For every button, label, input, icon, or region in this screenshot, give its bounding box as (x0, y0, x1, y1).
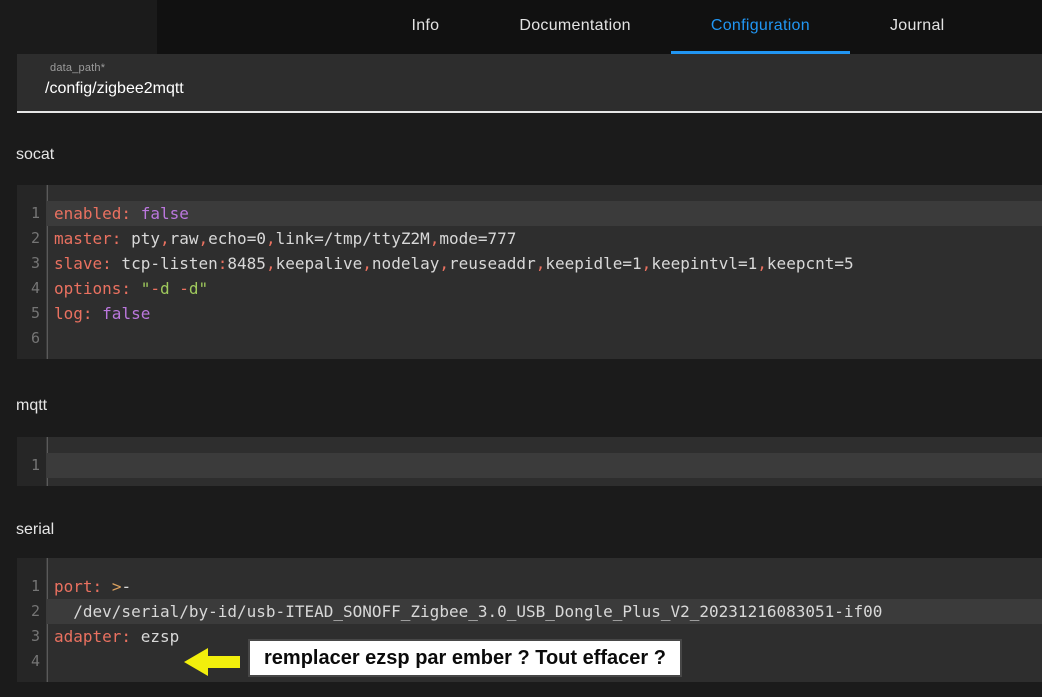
line-number: 4 (30, 279, 40, 297)
line-number: 6 (30, 329, 40, 347)
code-text: slave: tcp-listen:8485,keepalive,nodelay… (54, 254, 854, 273)
code-line: 3 slave: tcp-listen:8485,keepalive,nodela… (17, 251, 1042, 276)
tab-configuration[interactable]: Configuration (670, 0, 850, 54)
tab-info[interactable]: Info (371, 0, 479, 54)
code-line: 1 enabled: false (17, 201, 1042, 226)
code-text: enabled: false (47, 201, 1042, 226)
serial-code-editor[interactable]: remplacer ezsp par ember ? Tout effacer … (17, 558, 1042, 682)
addon-tab-bar: Info Documentation Configuration Journal (157, 0, 1042, 54)
code-text (47, 453, 1042, 478)
tab-documentation[interactable]: Documentation (479, 0, 671, 54)
code-line: 4 options: "-d -d" (17, 276, 1042, 301)
annotation-box: remplacer ezsp par ember ? Tout effacer … (248, 639, 682, 677)
socat-code-editor[interactable]: 1 enabled: false 2 master: pty,raw,echo=0,l… (17, 185, 1042, 359)
section-title-serial: serial (16, 521, 55, 538)
data-path-field[interactable]: data_path* /config/zigbee2mqtt (17, 54, 1042, 113)
data-path-label: data_path* (50, 62, 106, 74)
line-number: 1 (30, 577, 40, 595)
line-number: 1 (30, 456, 40, 474)
code-line: 5 log: false (17, 301, 1042, 326)
line-number: 1 (30, 204, 40, 222)
code-line: 1 (17, 453, 1042, 478)
tab-journal[interactable]: Journal (850, 0, 985, 54)
line-number: 4 (30, 652, 40, 670)
code-text: port: >- (54, 577, 132, 596)
mqtt-code-editor[interactable]: 1 (17, 437, 1042, 486)
line-number: 5 (30, 304, 40, 322)
line-number: 3 (30, 627, 40, 645)
line-number: 3 (30, 254, 40, 272)
section-title-mqtt: mqtt (16, 397, 48, 414)
data-path-value[interactable]: /config/zigbee2mqtt (45, 80, 1042, 98)
arrow-left-icon (184, 648, 240, 676)
code-text: master: pty,raw,echo=0,link=/tmp/ttyZ2M,… (54, 229, 517, 248)
section-title-socat: socat (16, 146, 55, 163)
code-text: options: "-d -d" (54, 279, 209, 298)
code-line: 1 port: >- (17, 574, 1042, 599)
code-line: 2 master: pty,raw,echo=0,link=/tmp/ttyZ2M… (17, 226, 1042, 251)
code-text: log: false (54, 304, 151, 323)
code-text: /dev/serial/by-id/usb-ITEAD_SONOFF_Zigbe… (47, 599, 1042, 624)
code-line: 6 (17, 326, 1042, 351)
code-line: 2 /dev/serial/by-id/usb-ITEAD_SONOFF_Zig… (17, 599, 1042, 624)
line-number: 2 (30, 229, 40, 247)
line-number: 2 (30, 602, 40, 620)
